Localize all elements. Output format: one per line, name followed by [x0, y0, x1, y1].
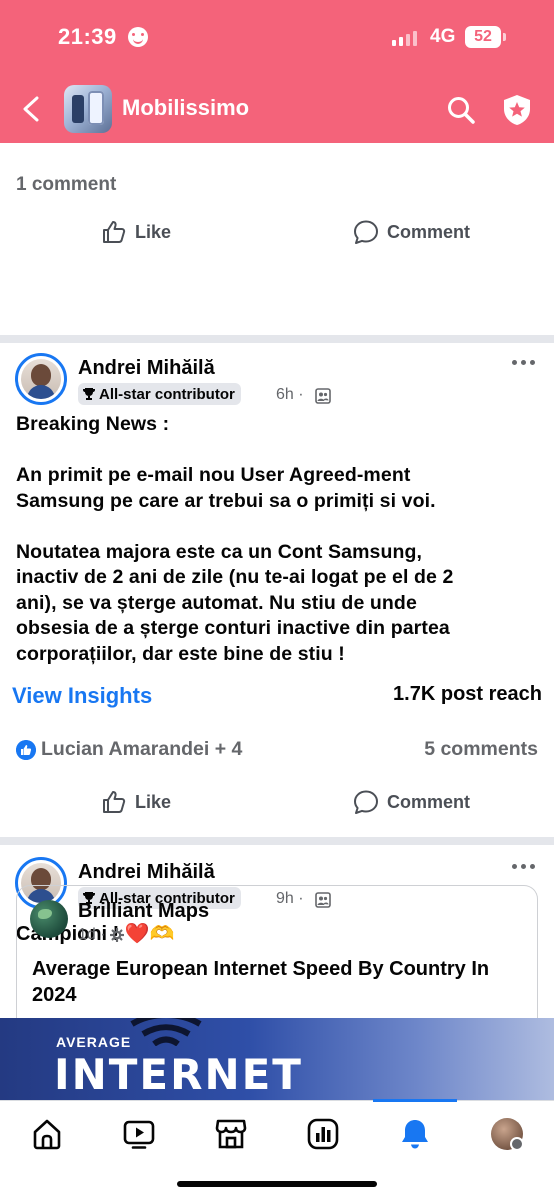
like-button[interactable]: Like — [101, 219, 171, 245]
view-insights-link[interactable]: View Insights — [12, 683, 152, 709]
post-line: ani), se va șterge automat. Nu stiu de u… — [16, 591, 417, 614]
thumbs-up-icon — [103, 791, 126, 813]
shield-star-icon[interactable] — [500, 93, 534, 127]
signal-icon — [392, 30, 422, 46]
image-text-big: INTERNET — [54, 1050, 303, 1099]
reactions-row: Lucian Amarandei + 4 5 comments — [0, 721, 554, 777]
post-options-button[interactable] — [512, 357, 538, 367]
comments-count[interactable]: 5 comments — [424, 738, 538, 761]
back-arrow-icon[interactable] — [22, 96, 40, 122]
dashboard-icon[interactable] — [306, 1117, 340, 1151]
contributor-badge[interactable]: All-star contributor — [78, 383, 241, 405]
post-body: Breaking News : An primit pe e-mail nou … — [0, 412, 554, 667]
post-line: Samsung pe care ar trebui sa o primiți s… — [16, 489, 436, 512]
post: Andrei Mihăilă All-star contributor 6h ·… — [0, 343, 554, 837]
post-line: An primit pe e-mail nou User Agreed-ment — [16, 464, 411, 486]
like-label: Like — [135, 221, 172, 242]
previous-post-meta: 1 comment — [0, 143, 554, 223]
group-avatar[interactable] — [64, 85, 112, 133]
post-line: Breaking News : — [16, 413, 170, 435]
battery-icon: 52 — [465, 26, 506, 48]
comment-label: Comment — [387, 791, 471, 812]
group-header: Mobilissimo — [0, 75, 554, 143]
search-icon[interactable] — [446, 95, 476, 125]
top-bar: 21:39 4G 52 Mobilissimo — [0, 0, 554, 143]
thumbs-up-icon — [103, 221, 126, 243]
post-separator — [0, 837, 554, 845]
wifi-icon — [130, 1018, 202, 1046]
trophy-icon — [83, 388, 95, 400]
comment-count[interactable]: 1 comment — [16, 174, 116, 196]
post-separator — [0, 335, 554, 343]
like-reaction-icon — [16, 740, 36, 760]
menu-badge-icon — [510, 1137, 524, 1151]
status-time: 21:39 — [58, 24, 117, 49]
post-line: obsesia de a șterge conturi inactive din… — [16, 617, 450, 639]
author-name[interactable]: Andrei Mihăilă — [78, 357, 215, 380]
post-time[interactable]: 6h · — [276, 386, 304, 404]
feed: 1 comment Like Comment Andrei Mihăilă Al — [0, 143, 554, 955]
active-tab-indicator — [373, 1099, 457, 1102]
post-line: inactiv de 2 ani de zile (nu te-ai logat… — [16, 566, 454, 588]
post-reach: 1.7K post reach — [393, 683, 542, 705]
post-actions: Like Comment — [0, 777, 554, 837]
post-line-blank — [16, 514, 538, 540]
page-avatar[interactable] — [30, 900, 68, 938]
like-label: Like — [135, 791, 172, 812]
shared-post-meta: 1d · — [78, 926, 124, 944]
comment-bubble-icon — [354, 220, 378, 244]
author-avatar[interactable] — [15, 353, 67, 405]
comment-label: Comment — [387, 221, 471, 242]
notifications-icon[interactable] — [398, 1117, 432, 1151]
post-header: Andrei Mihăilă All-star contributor 6h · — [0, 343, 554, 415]
comment-button[interactable]: Comment — [353, 789, 470, 815]
previous-post-actions: Like Comment — [0, 220, 554, 259]
image-text-small: AVERAGE — [56, 1034, 132, 1050]
badge-label: All-star contributor — [99, 385, 235, 403]
status-bar: 21:39 4G 52 — [0, 0, 554, 75]
smiley-icon — [128, 27, 148, 47]
author-name[interactable]: Andrei Mihăilă — [78, 861, 215, 884]
insights-row: View Insights 1.7K post reach — [0, 667, 554, 721]
post-options-button[interactable] — [512, 861, 538, 871]
shared-page-name[interactable]: Brilliant Maps — [78, 900, 209, 923]
like-button[interactable]: Like — [101, 789, 171, 815]
gear-icon — [109, 928, 124, 942]
comment-bubble-icon — [354, 790, 378, 814]
group-audience-icon — [315, 388, 331, 404]
home-icon[interactable] — [30, 1117, 64, 1151]
post-line: Noutatea majora este ca un Cont Samsung, — [16, 540, 423, 563]
network-type: 4G — [430, 26, 456, 47]
shared-post-time[interactable]: 1d · — [78, 926, 106, 944]
shared-post-title[interactable]: Average European Internet Speed By Count… — [32, 956, 527, 1008]
post-line: corporațiilor, dar este bine de stiu ! — [16, 642, 345, 665]
video-icon[interactable] — [122, 1117, 156, 1151]
post-line-blank — [16, 438, 538, 464]
comment-button[interactable]: Comment — [353, 219, 470, 245]
group-name[interactable]: Mobilissimo — [122, 95, 249, 121]
home-indicator — [177, 1181, 377, 1187]
reactors-list[interactable]: Lucian Amarandei + 4 — [41, 738, 242, 761]
shared-image[interactable]: AVERAGE INTERNET — [0, 1018, 554, 1100]
marketplace-icon[interactable] — [214, 1117, 248, 1151]
